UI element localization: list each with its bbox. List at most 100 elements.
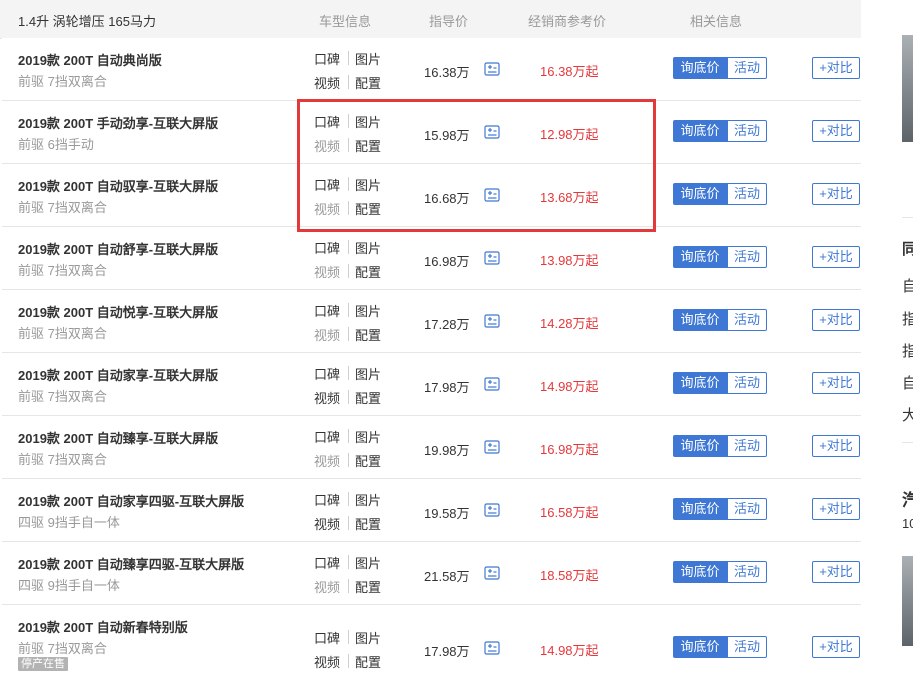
config-link[interactable]: 配置 xyxy=(355,136,381,155)
calculator-icon[interactable] xyxy=(484,62,500,76)
compare-button[interactable]: +对比 xyxy=(812,120,860,142)
video-link[interactable]: 视频 xyxy=(314,136,340,155)
video-link[interactable]: 视频 xyxy=(314,262,340,281)
sidebar-image[interactable] xyxy=(902,556,913,646)
review-link[interactable]: 口碑 xyxy=(314,490,340,509)
dealer-price[interactable]: 16.58万起 xyxy=(540,502,599,521)
calculator-icon[interactable] xyxy=(484,377,500,391)
photos-link[interactable]: 图片 xyxy=(355,553,381,572)
dealer-price[interactable]: 18.58万起 xyxy=(540,565,599,584)
ask-price-button[interactable]: 询底价 xyxy=(673,309,727,331)
ask-price-button[interactable]: 询底价 xyxy=(673,372,727,394)
photos-link[interactable]: 图片 xyxy=(355,490,381,509)
video-link[interactable]: 视频 xyxy=(314,652,340,671)
photos-link[interactable]: 图片 xyxy=(355,112,381,131)
sidebar-item[interactable]: 自 xyxy=(902,372,913,393)
sidebar-item[interactable]: 大 xyxy=(902,404,913,425)
review-link[interactable]: 口碑 xyxy=(314,49,340,68)
photos-link[interactable]: 图片 xyxy=(355,238,381,257)
review-link[interactable]: 口碑 xyxy=(314,364,340,383)
video-link[interactable]: 视频 xyxy=(314,514,340,533)
activity-button[interactable]: 活动 xyxy=(727,636,767,658)
calculator-icon[interactable] xyxy=(484,188,500,202)
review-link[interactable]: 口碑 xyxy=(314,238,340,257)
calculator-icon[interactable] xyxy=(484,641,500,655)
dealer-price[interactable]: 14.98万起 xyxy=(540,376,599,395)
review-link[interactable]: 口碑 xyxy=(314,553,340,572)
calculator-icon[interactable] xyxy=(484,314,500,328)
config-link[interactable]: 配置 xyxy=(355,262,381,281)
photos-link[interactable]: 图片 xyxy=(355,49,381,68)
sidebar-item[interactable]: 指 xyxy=(902,340,913,361)
ask-price-button[interactable]: 询底价 xyxy=(673,57,727,79)
trim-name[interactable]: 2019款 200T 自动臻享四驱-互联大屏版 xyxy=(18,554,244,573)
config-link[interactable]: 配置 xyxy=(355,451,381,470)
config-link[interactable]: 配置 xyxy=(355,199,381,218)
config-link[interactable]: 配置 xyxy=(355,652,381,671)
trim-name[interactable]: 2019款 200T 自动舒享-互联大屏版 xyxy=(18,239,218,258)
config-link[interactable]: 配置 xyxy=(355,388,381,407)
ask-price-button[interactable]: 询底价 xyxy=(673,636,727,658)
video-link[interactable]: 视频 xyxy=(314,388,340,407)
dealer-price[interactable]: 12.98万起 xyxy=(540,124,599,143)
photos-link[interactable]: 图片 xyxy=(355,628,381,647)
activity-button[interactable]: 活动 xyxy=(727,309,767,331)
dealer-price[interactable]: 14.28万起 xyxy=(540,313,599,332)
trim-name[interactable]: 2019款 200T 自动悦享-互联大屏版 xyxy=(18,302,218,321)
dealer-price[interactable]: 13.68万起 xyxy=(540,187,599,206)
activity-button[interactable]: 活动 xyxy=(727,561,767,583)
compare-button[interactable]: +对比 xyxy=(812,183,860,205)
trim-name[interactable]: 2019款 200T 自动臻享-互联大屏版 xyxy=(18,428,218,447)
ask-price-button[interactable]: 询底价 xyxy=(673,435,727,457)
activity-button[interactable]: 活动 xyxy=(727,183,767,205)
activity-button[interactable]: 活动 xyxy=(727,120,767,142)
activity-button[interactable]: 活动 xyxy=(727,498,767,520)
video-link[interactable]: 视频 xyxy=(314,199,340,218)
dealer-price[interactable]: 14.98万起 xyxy=(540,640,599,659)
trim-name[interactable]: 2019款 200T 手动劲享-互联大屏版 xyxy=(18,113,218,132)
ask-price-button[interactable]: 询底价 xyxy=(673,498,727,520)
review-link[interactable]: 口碑 xyxy=(314,112,340,131)
video-link[interactable]: 视频 xyxy=(314,73,340,92)
review-link[interactable]: 口碑 xyxy=(314,427,340,446)
activity-button[interactable]: 活动 xyxy=(727,246,767,268)
dealer-price[interactable]: 16.38万起 xyxy=(540,61,599,80)
ask-price-button[interactable]: 询底价 xyxy=(673,246,727,268)
review-link[interactable]: 口碑 xyxy=(314,175,340,194)
photos-link[interactable]: 图片 xyxy=(355,364,381,383)
trim-name[interactable]: 2019款 200T 自动新春特别版 xyxy=(18,617,188,636)
calculator-icon[interactable] xyxy=(484,566,500,580)
dealer-price[interactable]: 16.98万起 xyxy=(540,439,599,458)
compare-button[interactable]: +对比 xyxy=(812,561,860,583)
calculator-icon[interactable] xyxy=(484,440,500,454)
compare-button[interactable]: +对比 xyxy=(812,309,860,331)
ask-price-button[interactable]: 询底价 xyxy=(673,183,727,205)
photos-link[interactable]: 图片 xyxy=(355,175,381,194)
config-link[interactable]: 配置 xyxy=(355,514,381,533)
compare-button[interactable]: +对比 xyxy=(812,246,860,268)
video-link[interactable]: 视频 xyxy=(314,325,340,344)
compare-button[interactable]: +对比 xyxy=(812,435,860,457)
sidebar-item[interactable]: 指 xyxy=(902,308,913,329)
video-link[interactable]: 视频 xyxy=(314,451,340,470)
calculator-icon[interactable] xyxy=(484,251,500,265)
config-link[interactable]: 配置 xyxy=(355,73,381,92)
calculator-icon[interactable] xyxy=(484,503,500,517)
review-link[interactable]: 口碑 xyxy=(314,301,340,320)
compare-button[interactable]: +对比 xyxy=(812,57,860,79)
trim-name[interactable]: 2019款 200T 自动典尚版 xyxy=(18,50,162,69)
photos-link[interactable]: 图片 xyxy=(355,301,381,320)
sidebar-item[interactable]: 自 xyxy=(902,275,913,296)
activity-button[interactable]: 活动 xyxy=(727,57,767,79)
trim-name[interactable]: 2019款 200T 自动家享-互联大屏版 xyxy=(18,365,218,384)
config-link[interactable]: 配置 xyxy=(355,577,381,596)
activity-button[interactable]: 活动 xyxy=(727,372,767,394)
trim-name[interactable]: 2019款 200T 自动驭享-互联大屏版 xyxy=(18,176,218,195)
ask-price-button[interactable]: 询底价 xyxy=(673,561,727,583)
sidebar-image[interactable] xyxy=(902,35,913,142)
trim-name[interactable]: 2019款 200T 自动家享四驱-互联大屏版 xyxy=(18,491,244,510)
compare-button[interactable]: +对比 xyxy=(812,636,860,658)
config-link[interactable]: 配置 xyxy=(355,325,381,344)
activity-button[interactable]: 活动 xyxy=(727,435,767,457)
compare-button[interactable]: +对比 xyxy=(812,498,860,520)
